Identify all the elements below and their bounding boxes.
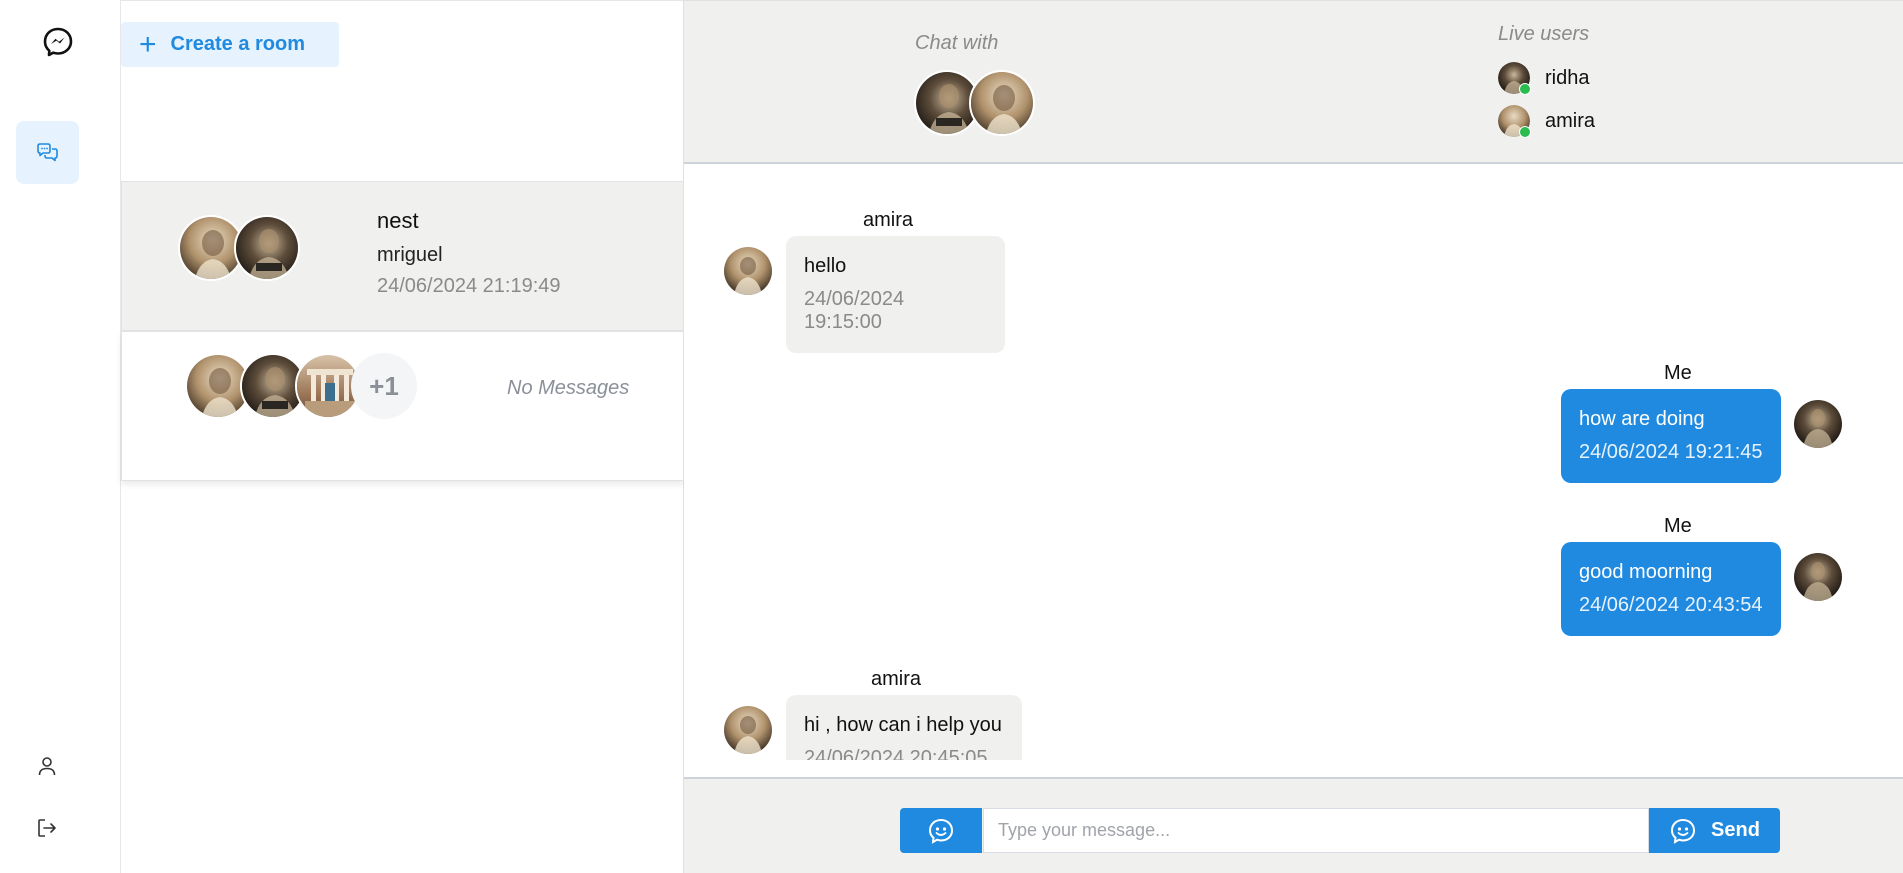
- plus-icon: +: [139, 27, 157, 61]
- no-messages-text: No Messages: [507, 377, 630, 399]
- message-text: good moorning: [1579, 561, 1713, 583]
- message-author: Me: [1664, 515, 1692, 537]
- room-last-time: 24/06/2024 21:19:49: [377, 275, 561, 297]
- avatar: [234, 215, 300, 281]
- icon-sidebar: [0, 0, 121, 873]
- logout-icon[interactable]: [36, 817, 58, 839]
- message-author: amira: [863, 209, 914, 231]
- message-time: 24/06/2024 19:15:00: [804, 288, 905, 333]
- emoji-button[interactable]: [900, 808, 982, 853]
- live-users-label: Live users: [1498, 23, 1590, 45]
- create-room-label: Create a room: [170, 33, 306, 55]
- chat-app: + Create a room nest mriguel 24/06/2024 …: [0, 0, 1903, 873]
- room-item-group[interactable]: +1 No Messages: [121, 331, 684, 481]
- live-user-item: amira: [1498, 105, 1596, 138]
- avatar: [969, 70, 1035, 136]
- message-bubble: how are doing 24/06/2024 19:21:45: [1561, 389, 1781, 483]
- message-bubble: hello 24/06/2024 19:15:00: [786, 236, 1005, 353]
- send-icon: [1671, 818, 1696, 844]
- nav-chats-button[interactable]: [16, 121, 79, 184]
- message-list[interactable]: amira hello 24/06/2024 19:15:00 Me how a…: [684, 164, 1903, 760]
- message-text: hi , how can i help you: [804, 714, 1002, 736]
- chat-with-label: Chat with: [915, 32, 999, 54]
- live-user-item: ridha: [1498, 62, 1590, 95]
- avatar: [1498, 105, 1531, 138]
- message-author: amira: [871, 668, 922, 690]
- room-last-sender: mriguel: [377, 244, 443, 266]
- message-time: 24/06/2024 20:45:05: [804, 747, 988, 760]
- message-author: Me: [1664, 362, 1692, 384]
- message-bubble: good moorning 24/06/2024 20:43:54: [1561, 542, 1781, 636]
- avatar: [724, 247, 772, 295]
- chat-bubbles-icon: [36, 142, 58, 161]
- online-status-dot: [1519, 83, 1531, 95]
- room-item-nest[interactable]: nest mriguel 24/06/2024 21:19:49: [121, 181, 684, 331]
- message-text: how are doing: [1579, 408, 1705, 430]
- rooms-panel: + Create a room nest mriguel 24/06/2024 …: [121, 0, 684, 873]
- emoji-icon: [928, 818, 954, 844]
- avatar: [1498, 62, 1531, 95]
- messenger-icon[interactable]: [40, 24, 76, 60]
- message-composer: Send: [684, 777, 1903, 873]
- send-button[interactable]: Send: [1649, 808, 1780, 853]
- room-name: nest: [377, 208, 419, 233]
- create-room-button[interactable]: + Create a room: [121, 22, 339, 67]
- avatar: [724, 706, 772, 754]
- message-bubble: hi , how can i help you 24/06/2024 20:45…: [786, 695, 1022, 760]
- more-members-badge: +1: [351, 353, 417, 419]
- avatar: [1794, 400, 1842, 448]
- message-text: hello: [804, 255, 847, 277]
- message-time: 24/06/2024 20:43:54: [1579, 594, 1763, 616]
- live-user-name: ridha: [1545, 66, 1590, 89]
- live-user-name: amira: [1545, 109, 1596, 132]
- chat-header: Chat with Live users ridha amira: [684, 0, 1903, 164]
- send-label: Send: [1711, 819, 1760, 841]
- online-status-dot: [1519, 126, 1531, 138]
- avatar: [1794, 553, 1842, 601]
- message-time: 24/06/2024 19:21:45: [1579, 441, 1763, 463]
- user-icon[interactable]: [36, 755, 58, 777]
- message-input[interactable]: [983, 808, 1649, 853]
